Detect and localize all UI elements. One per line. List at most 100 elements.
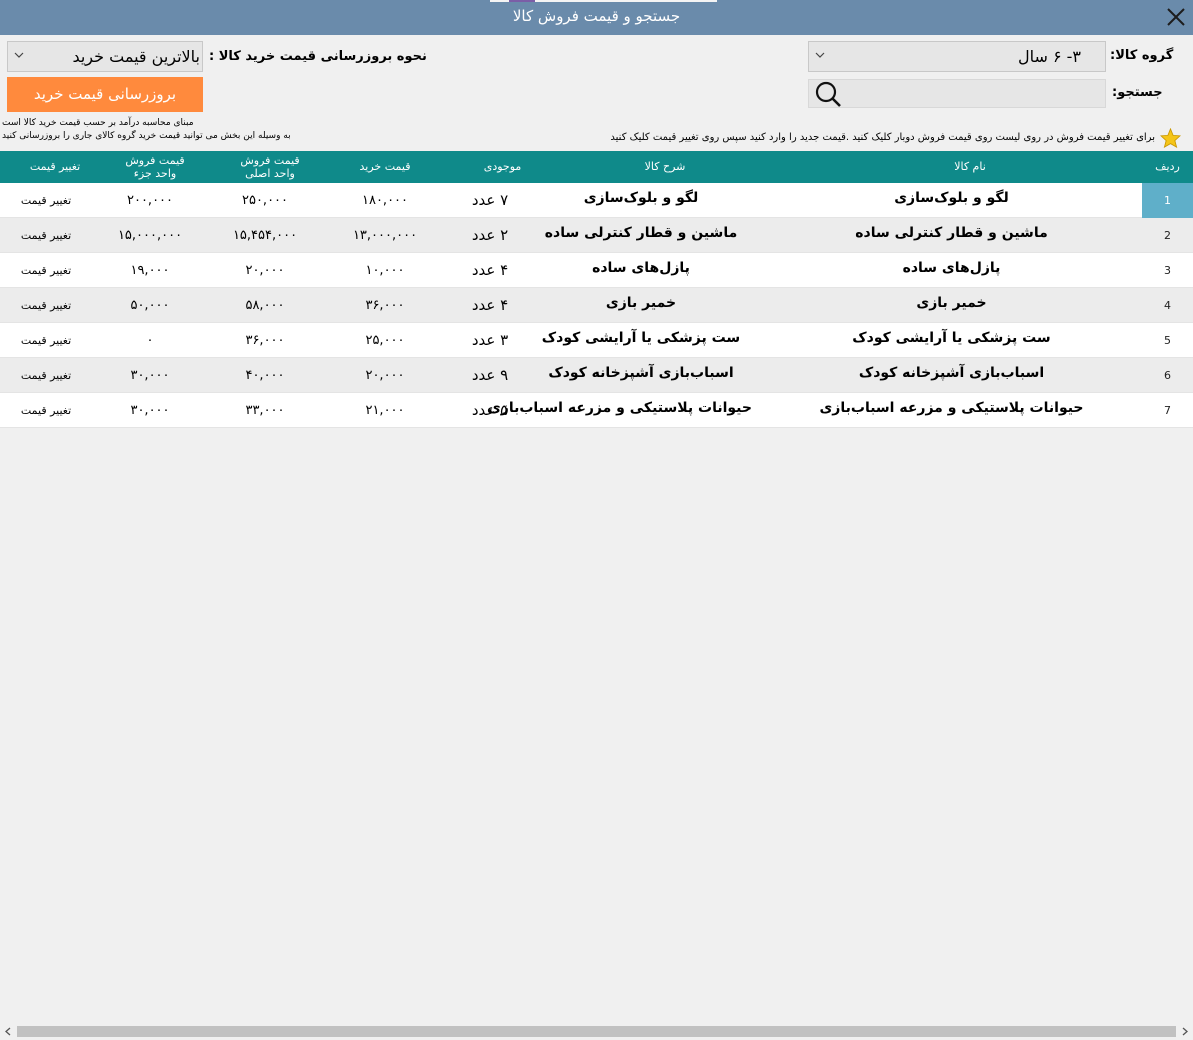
sale-price-part[interactable]: ۲۰۰,۰۰۰ bbox=[95, 183, 205, 218]
purchase-price: ۱۸۰,۰۰۰ bbox=[361, 193, 409, 208]
star-icon bbox=[1160, 128, 1181, 148]
sale-price-main[interactable]: ۵۸,۰۰۰ bbox=[210, 288, 320, 323]
product-desc: پازل‌های ساده bbox=[592, 260, 690, 276]
update-method-select[interactable]: بالاترین قیمت خرید bbox=[7, 41, 203, 72]
table-row[interactable]: 4 خمیر بازی خمیر بازی ۴ عدد ۳۶,۰۰۰ ۵۸,۰۰… bbox=[0, 288, 1193, 323]
table-row[interactable]: 3 پازل‌های ساده پازل‌های ساده ۴ عدد ۱۰,۰… bbox=[0, 253, 1193, 288]
header-name[interactable]: نام کالا bbox=[800, 151, 1140, 183]
search-icon[interactable] bbox=[813, 80, 843, 108]
table-row[interactable]: 7 حیوانات پلاستیکی و مزرعه اسباب‌بازی حی… bbox=[0, 393, 1193, 428]
table-row[interactable]: 1 لگو و بلوک‌سازی لگو و بلوک‌سازی ۷ عدد … bbox=[0, 183, 1193, 218]
product-desc: اسباب‌بازی آشپزخانه کودک bbox=[548, 365, 734, 381]
purchase-price: ۱۳,۰۰۰,۰۰۰ bbox=[352, 228, 418, 243]
sale-price-part[interactable]: ۳۰,۰۰۰ bbox=[95, 393, 205, 428]
sale-price-part[interactable]: ۳۰,۰۰۰ bbox=[95, 358, 205, 393]
header-buy[interactable]: قیمت خرید bbox=[330, 151, 440, 183]
purchase-price: ۲۰,۰۰۰ bbox=[365, 368, 405, 383]
product-name: ماشین و قطار کنترلی ساده bbox=[855, 225, 1048, 241]
product-stock: ۴ عدد bbox=[471, 296, 509, 314]
product-stock: ۴ عدد bbox=[471, 261, 509, 279]
header-sale-part-line2: واحد جزء bbox=[133, 167, 177, 180]
header-sale-part-line1: قیمت فروش bbox=[125, 154, 185, 167]
row-index: 7 bbox=[1164, 404, 1171, 417]
sale-price-part[interactable]: ۵۰,۰۰۰ bbox=[95, 288, 205, 323]
group-select-value: ۳- ۶ سال bbox=[1017, 47, 1081, 66]
grid-header: ردیف نام کالا شرح کالا موجودی قیمت خرید … bbox=[0, 151, 1193, 183]
update-purchase-price-button[interactable]: بروزرسانی قیمت خرید bbox=[7, 77, 203, 112]
hint-text: برای تغییر قیمت فروش در روی لیست روی قیم… bbox=[610, 132, 1155, 143]
row-index: 3 bbox=[1164, 264, 1171, 277]
change-price-link[interactable]: تغییر قیمت bbox=[0, 358, 92, 393]
product-desc: ست پزشکی یا آرایشی کودک bbox=[541, 330, 741, 346]
sale-price-main[interactable]: ۲۵۰,۰۰۰ bbox=[210, 183, 320, 218]
header-sale-main-line1: قیمت فروش bbox=[240, 154, 300, 167]
sale-price-main[interactable]: ۴۰,۰۰۰ bbox=[210, 358, 320, 393]
sale-price-part[interactable]: ۱۹,۰۰۰ bbox=[95, 253, 205, 288]
change-price-link[interactable]: تغییر قیمت bbox=[0, 323, 92, 358]
sale-price-main[interactable]: ۳۳,۰۰۰ bbox=[210, 393, 320, 428]
change-price-link[interactable]: تغییر قیمت bbox=[0, 218, 92, 253]
row-index: 6 bbox=[1164, 369, 1171, 382]
header-desc[interactable]: شرح کالا bbox=[530, 151, 800, 183]
product-name: پازل‌های ساده bbox=[902, 260, 1001, 276]
row-index: 1 bbox=[1142, 183, 1193, 218]
header-sale-part[interactable]: قیمت فروش واحد جزء bbox=[95, 151, 215, 183]
sale-price-part[interactable]: ۱۵,۰۰۰,۰۰۰ bbox=[95, 218, 205, 253]
product-name: ست پزشکی یا آرایشی کودک bbox=[852, 330, 1051, 346]
close-icon[interactable] bbox=[1163, 4, 1189, 30]
product-stock: ۳ عدد bbox=[471, 331, 509, 349]
product-stock: ۷ عدد bbox=[471, 191, 509, 209]
chevron-down-icon bbox=[14, 52, 24, 58]
scrollbar-thumb[interactable] bbox=[17, 1026, 1176, 1037]
header-row[interactable]: ردیف bbox=[1142, 151, 1193, 183]
change-price-link[interactable]: تغییر قیمت bbox=[0, 393, 92, 428]
product-grid: ردیف نام کالا شرح کالا موجودی قیمت خرید … bbox=[0, 151, 1193, 428]
purchase-price: ۲۱,۰۰۰ bbox=[365, 403, 405, 418]
product-stock: ۹ عدد bbox=[471, 366, 509, 384]
group-select[interactable]: ۳- ۶ سال bbox=[808, 41, 1106, 72]
sale-price-main[interactable]: ۲۰,۰۰۰ bbox=[210, 253, 320, 288]
product-name: حیوانات پلاستیکی و مزرعه اسباب‌بازی bbox=[819, 400, 1084, 416]
group-label: گروه کالا: bbox=[1110, 48, 1174, 63]
search-input[interactable] bbox=[851, 82, 1103, 106]
header-sale-main-line2: واحد اصلی bbox=[245, 167, 295, 180]
change-price-link[interactable]: تغییر قیمت bbox=[0, 253, 92, 288]
header-stock[interactable]: موجودی bbox=[450, 151, 555, 183]
table-row[interactable]: 6 اسباب‌بازی آشپزخانه کودک اسباب‌بازی آش… bbox=[0, 358, 1193, 393]
title-accent-purple bbox=[509, 0, 535, 2]
table-row[interactable]: 5 ست پزشکی یا آرایشی کودک ست پزشکی یا آر… bbox=[0, 323, 1193, 358]
product-desc: ماشین و قطار کنترلی ساده bbox=[544, 225, 738, 241]
sale-price-part[interactable]: ۰ bbox=[95, 323, 205, 358]
change-price-link[interactable]: تغییر قیمت bbox=[0, 183, 92, 218]
purchase-price: ۲۵,۰۰۰ bbox=[365, 333, 405, 348]
product-name: اسباب‌بازی آشپزخانه کودک bbox=[858, 365, 1045, 381]
title-bar: جستجو و قیمت فروش کالا bbox=[0, 0, 1193, 35]
window-title: جستجو و قیمت فروش کالا bbox=[512, 7, 681, 25]
product-name: خمیر بازی bbox=[916, 295, 987, 311]
product-stock: ۲ عدد bbox=[471, 226, 509, 244]
product-desc: لگو و بلوک‌سازی bbox=[583, 190, 699, 206]
product-desc: خمیر بازی bbox=[605, 295, 677, 311]
search-label: جستجو: bbox=[1112, 85, 1163, 100]
row-index: 5 bbox=[1164, 334, 1171, 347]
change-price-link[interactable]: تغییر قیمت bbox=[0, 288, 92, 323]
row-index: 2 bbox=[1164, 229, 1171, 242]
purchase-price: ۳۶,۰۰۰ bbox=[365, 298, 405, 313]
product-name: لگو و بلوک‌سازی bbox=[894, 190, 1009, 206]
product-stock: ۵ عدد bbox=[471, 401, 509, 419]
scroll-right-icon[interactable] bbox=[1181, 1027, 1189, 1036]
search-box bbox=[808, 79, 1106, 108]
header-sale-main[interactable]: قیمت فروش واحد اصلی bbox=[210, 151, 330, 183]
horizontal-scrollbar[interactable] bbox=[0, 1023, 1193, 1040]
chevron-down-icon bbox=[815, 52, 825, 58]
table-row[interactable]: 2 ماشین و قطار کنترلی ساده ماشین و قطار … bbox=[0, 218, 1193, 253]
row-index: 4 bbox=[1164, 299, 1171, 312]
sale-price-main[interactable]: ۱۵,۴۵۴,۰۰۰ bbox=[210, 218, 320, 253]
purchase-price: ۱۰,۰۰۰ bbox=[365, 263, 405, 278]
sale-price-main[interactable]: ۳۶,۰۰۰ bbox=[210, 323, 320, 358]
note-line-1: مبنای محاسبه درآمد بر حسب قیمت خرید کالا… bbox=[2, 118, 194, 128]
scroll-left-icon[interactable] bbox=[4, 1027, 12, 1036]
header-change[interactable]: تغییر قیمت bbox=[0, 151, 110, 183]
note-line-2: به وسیله این بخش می توانید قیمت خرید گرو… bbox=[2, 131, 291, 141]
update-method-value: بالاترین قیمت خرید bbox=[72, 47, 200, 66]
